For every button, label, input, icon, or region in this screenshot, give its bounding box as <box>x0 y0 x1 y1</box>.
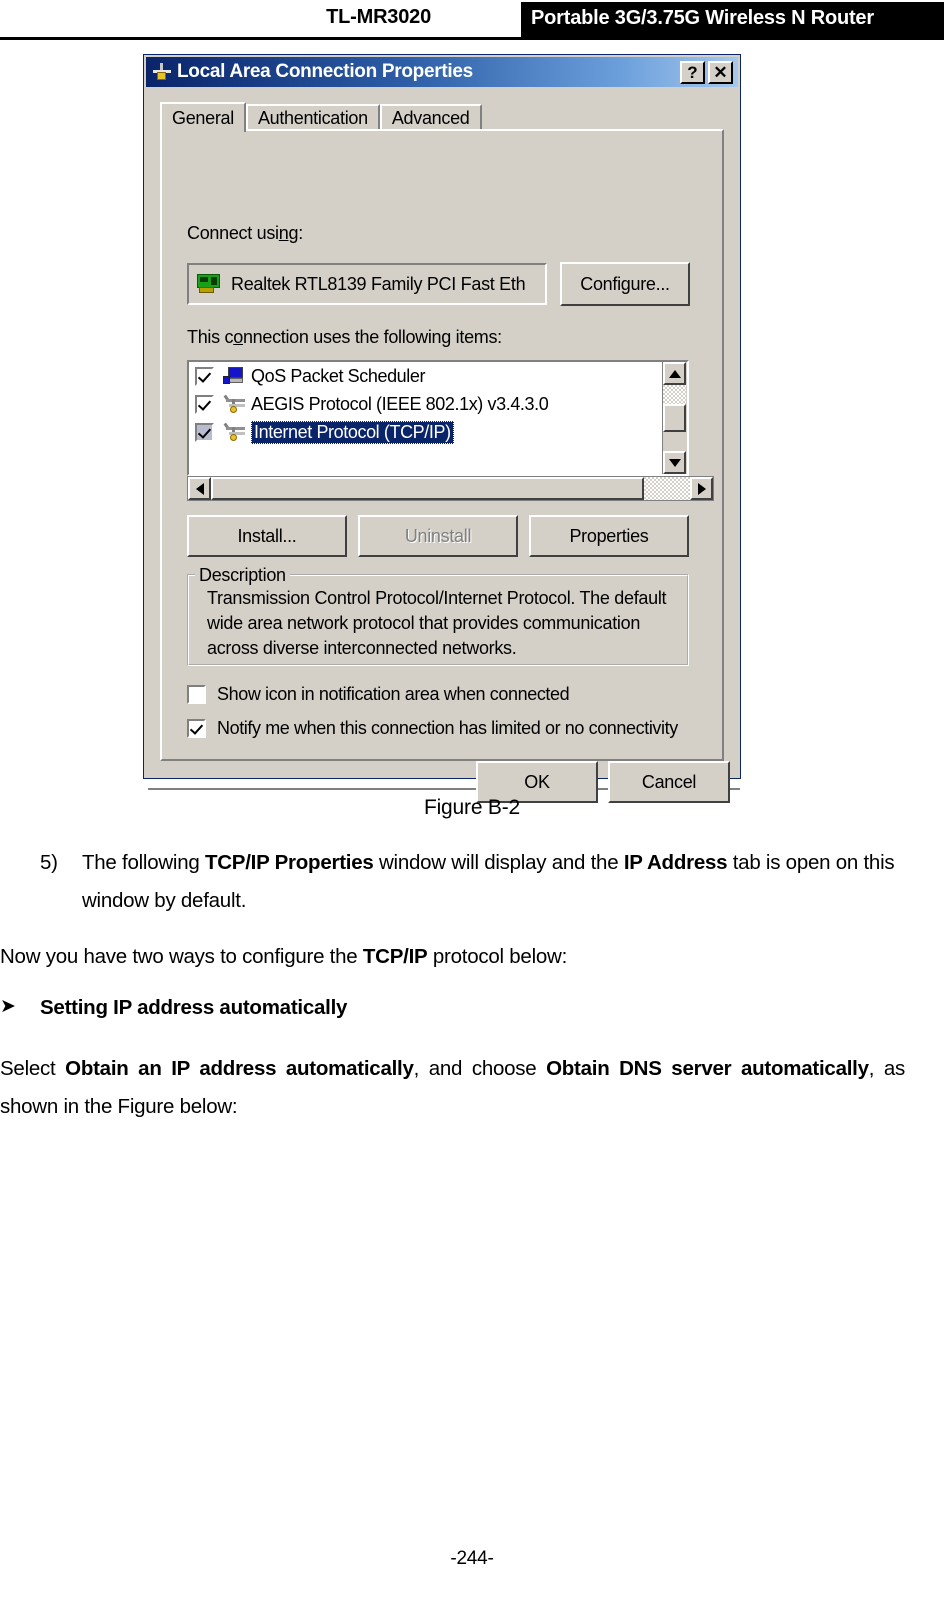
paragraph-two-ways: Now you have two ways to configure the T… <box>0 938 900 976</box>
properties-button-label: Properties <box>569 525 649 546</box>
step-text-part2: window will display and the <box>373 851 624 874</box>
scroll-up-icon[interactable] <box>663 362 686 385</box>
dialog-body: General Authentication Advanced Connect … <box>146 88 740 803</box>
figure-caption: Figure B-2 <box>423 796 521 819</box>
titlebar-buttons: ? ✕ <box>680 60 733 84</box>
tabstrip: General Authentication Advanced <box>160 102 482 132</box>
step-text-part1: The following <box>82 851 205 874</box>
list-item[interactable]: QoS Packet Scheduler <box>189 362 687 390</box>
uninstall-button-label: Uninstall <box>404 525 472 546</box>
select-part2: , and choose <box>413 1057 547 1080</box>
scrollbar-thumb[interactable] <box>663 404 686 432</box>
network-card-icon <box>197 274 220 294</box>
bullet-setting-ip-automatically: ➤ Setting IP address automatically <box>0 996 900 1020</box>
show-icon-checkbox-row[interactable]: Show icon in notification area when conn… <box>187 684 570 705</box>
notify-checkbox[interactable] <box>187 719 206 738</box>
install-button-label: Install... <box>237 525 297 546</box>
description-groupbox-title: Description <box>195 565 290 586</box>
properties-button[interactable]: Properties <box>529 515 689 557</box>
ok-button-label: OK <box>524 771 550 792</box>
protocol-icon <box>223 394 245 414</box>
ways-bold1: TCP/IP <box>362 945 428 968</box>
install-button[interactable]: Install... <box>187 515 347 557</box>
header-product-name: Portable 3G/3.75G Wireless N Router <box>531 7 874 29</box>
scroll-down-icon[interactable] <box>663 451 686 474</box>
list-item-label: AEGIS Protocol (IEEE 802.1x) v3.4.3.0 <box>251 393 549 414</box>
show-icon-checkbox[interactable] <box>187 685 206 704</box>
description-line: across diverse interconnected networks. <box>207 638 517 658</box>
notify-checkbox-row[interactable]: Notify me when this connection has limit… <box>187 718 678 739</box>
ways-part2: protocol below: <box>427 945 568 968</box>
numbered-step-5: 5) The following TCP/IP Properties windo… <box>40 844 910 920</box>
list-item-selected[interactable]: Internet Protocol (TCP/IP) <box>189 418 687 446</box>
network-plug-icon <box>152 63 172 81</box>
cancel-button-label: Cancel <box>641 771 697 792</box>
close-icon[interactable]: ✕ <box>708 60 733 84</box>
step-text-bold1: TCP/IP Properties <box>204 851 374 874</box>
show-icon-checkbox-label: Show icon in notification area when conn… <box>217 684 570 704</box>
tab-panel-general: Connect using: Realtek RTL8139 Family PC… <box>160 129 724 761</box>
item-checkbox[interactable] <box>195 366 214 386</box>
step-text-bold2: IP Address <box>623 851 728 874</box>
list-item[interactable]: AEGIS Protocol (IEEE 802.1x) v3.4.3.0 <box>189 390 687 418</box>
horizontal-scrollbar[interactable] <box>187 476 714 501</box>
page-footer: -244- <box>450 1548 494 1569</box>
select-part1: Select <box>0 1057 66 1080</box>
tab-authentication[interactable]: Authentication <box>245 104 380 130</box>
bullet-label: Setting IP address automatically <box>40 996 348 1019</box>
item-checkbox[interactable] <box>195 394 214 414</box>
item-checkbox[interactable] <box>195 422 214 442</box>
monitor-icon <box>223 366 245 386</box>
local-area-connection-properties-dialog: Local Area Connection Properties ? ✕ Gen… <box>143 54 741 803</box>
dialog-titlebar[interactable]: Local Area Connection Properties ? ✕ <box>146 57 738 87</box>
scrollbar-thumb[interactable] <box>211 477 644 500</box>
paragraph-select-options: Select Obtain an IP address automaticall… <box>0 1050 905 1126</box>
items-label: This connection uses the following items… <box>187 327 502 347</box>
help-icon[interactable]: ? <box>680 60 705 84</box>
dialog-title: Local Area Connection Properties <box>177 61 473 82</box>
description-text: Transmission Control Protocol/Internet P… <box>207 586 677 661</box>
header-model-name: TL-MR3020 <box>326 6 431 28</box>
step-text: The following TCP/IP Properties window w… <box>82 844 910 920</box>
uninstall-button: Uninstall <box>358 515 518 557</box>
description-line: wide area network protocol that provides… <box>207 613 641 633</box>
network-items-listbox[interactable]: QoS Packet Scheduler AEGIS Protocol (IEE… <box>187 360 689 476</box>
tab-advanced[interactable]: Advanced <box>379 104 482 130</box>
step-marker: 5) <box>40 851 58 874</box>
scrollbar-track[interactable] <box>663 385 686 404</box>
list-item-label: QoS Packet Scheduler <box>251 365 426 386</box>
adapter-name: Realtek RTL8139 Family PCI Fast Eth <box>231 273 526 294</box>
scroll-right-icon[interactable] <box>690 477 713 500</box>
scroll-left-icon[interactable] <box>188 477 211 500</box>
list-item-label: Internet Protocol (TCP/IP) <box>251 420 454 444</box>
header-rule <box>0 37 944 40</box>
configure-button[interactable]: Configure... <box>560 262 690 306</box>
page-header: TL-MR3020 Portable 3G/3.75G Wireless N R… <box>0 0 944 40</box>
description-line: Transmission Control Protocol/Internet P… <box>207 588 667 608</box>
select-bold2: Obtain DNS server automatically <box>546 1057 869 1080</box>
vertical-scrollbar[interactable] <box>662 362 687 474</box>
protocol-icon <box>223 422 245 442</box>
scrollbar-track[interactable] <box>644 477 690 500</box>
connect-using-label: Connect using: <box>187 223 303 243</box>
select-bold1: Obtain an IP address automatically <box>65 1057 414 1080</box>
notify-checkbox-label: Notify me when this connection has limit… <box>217 718 678 738</box>
adapter-field[interactable]: Realtek RTL8139 Family PCI Fast Eth <box>187 263 547 305</box>
chevron-right-icon: ➤ <box>0 996 16 1017</box>
ways-part1: Now you have two ways to configure the <box>0 945 363 968</box>
tab-general[interactable]: General <box>160 102 246 132</box>
